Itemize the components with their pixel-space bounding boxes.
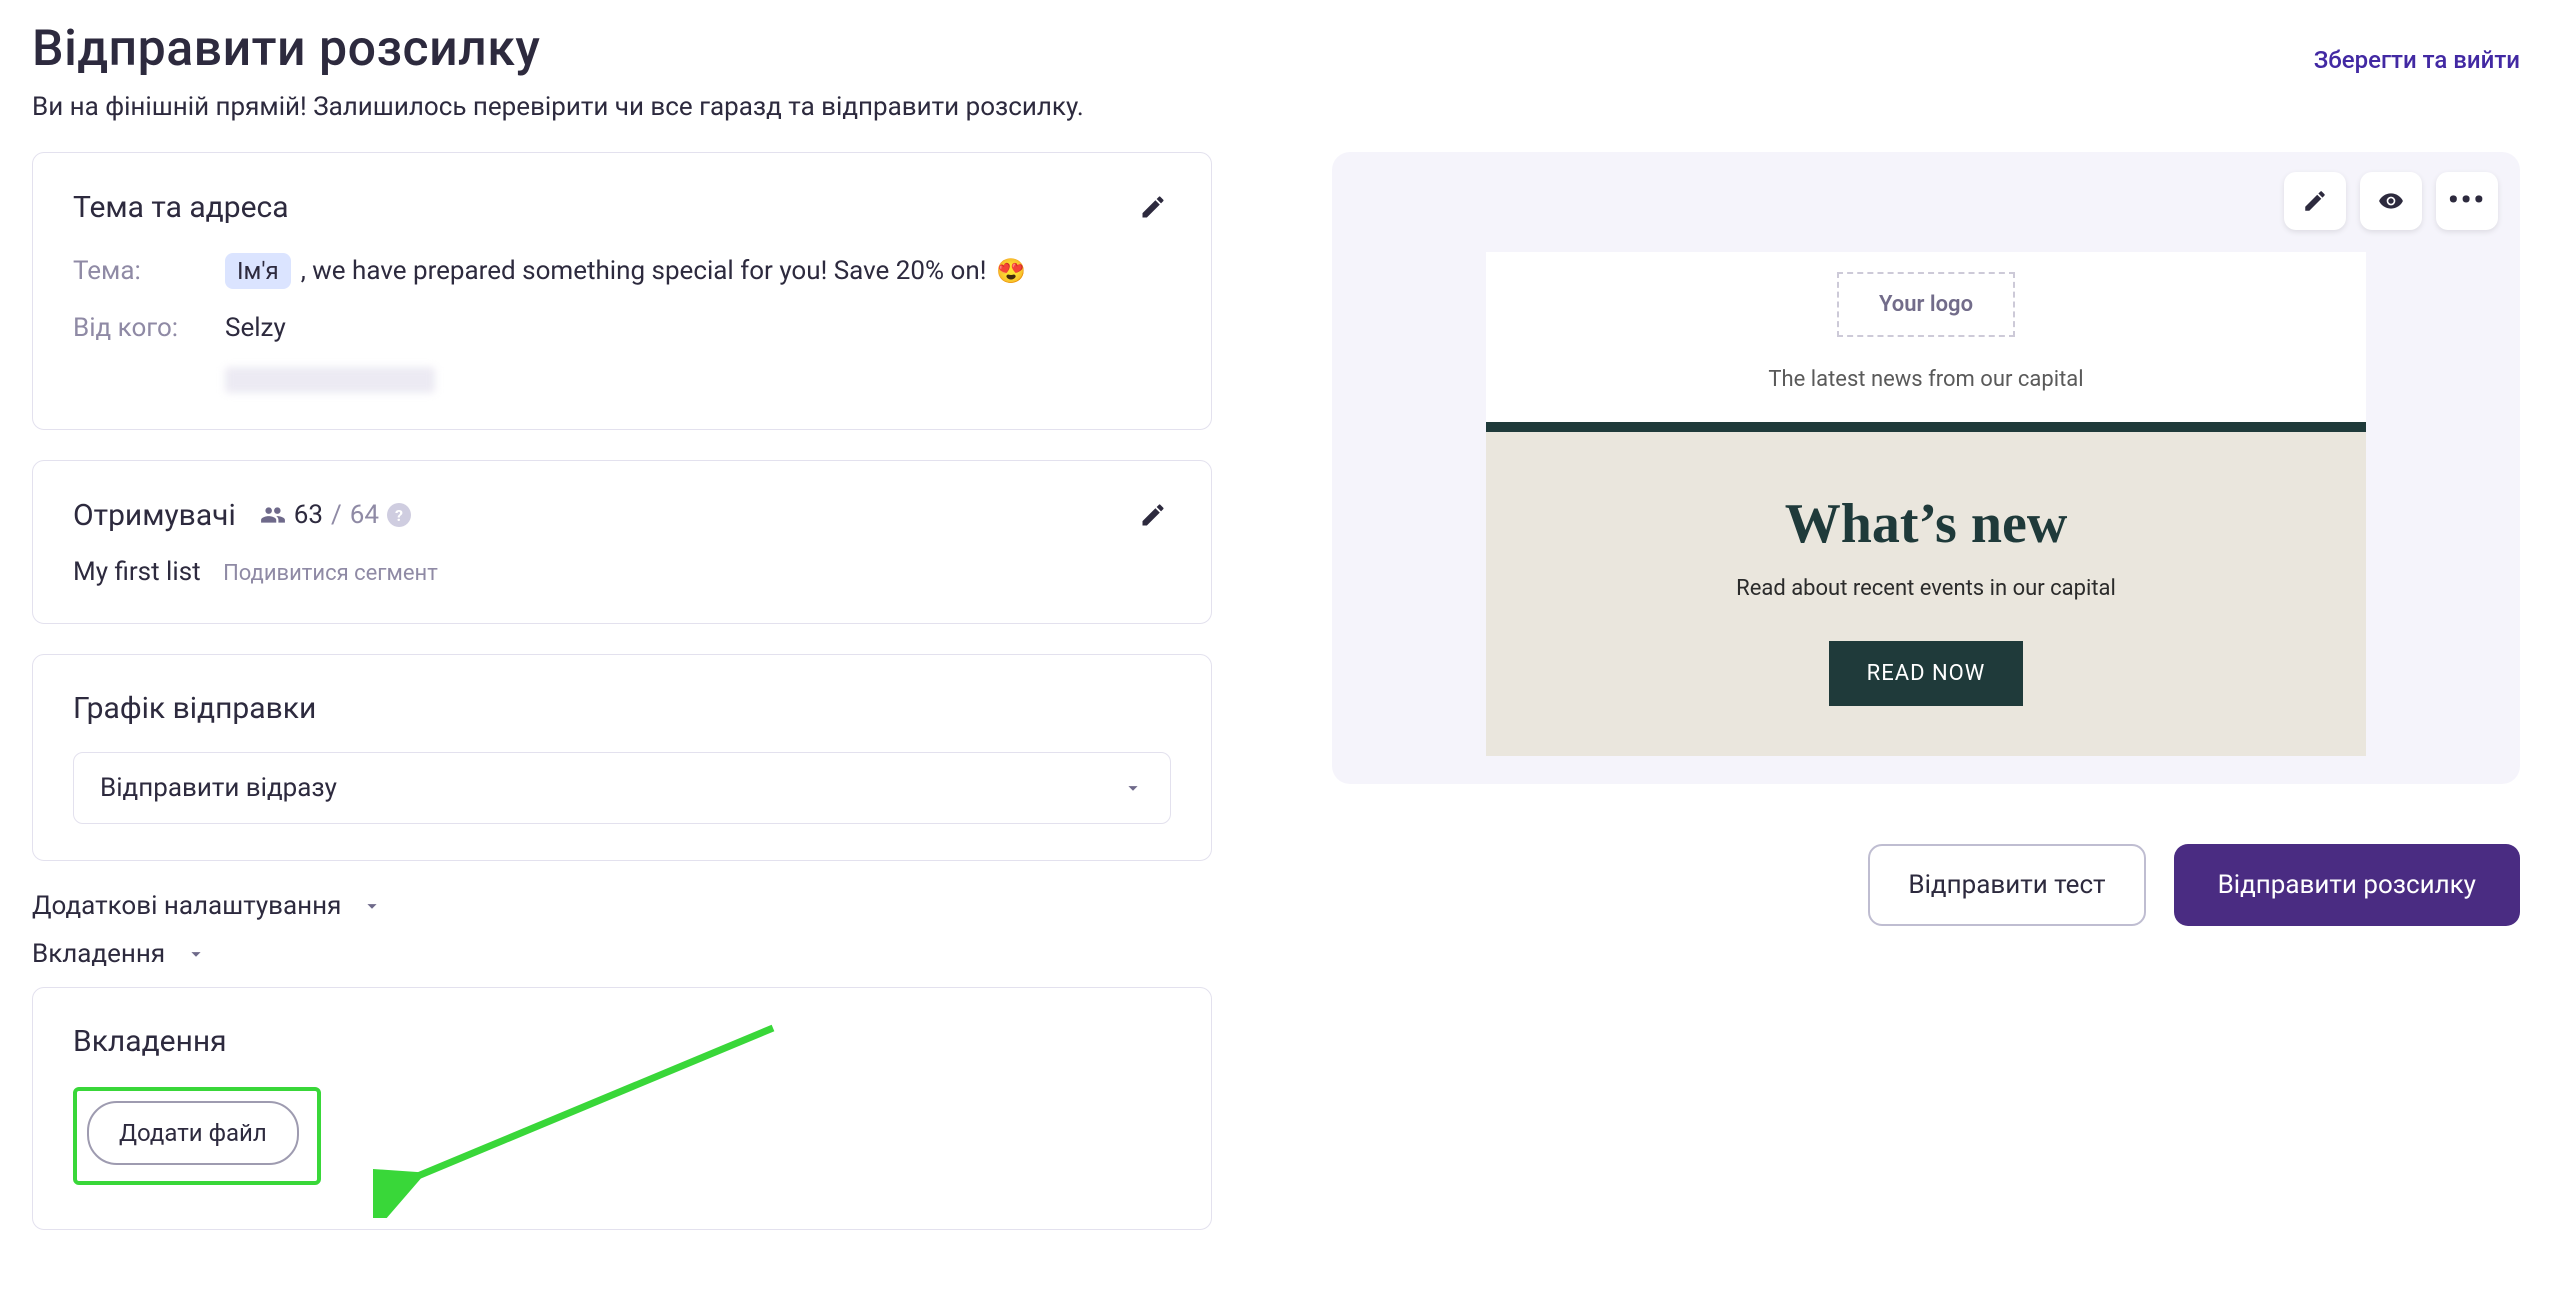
- preview-cta-button[interactable]: READ NOW: [1829, 641, 2024, 706]
- email-preview-panel: ••• Your logo The latest news from our c…: [1332, 152, 2520, 784]
- add-file-highlight: Додати файл: [73, 1087, 321, 1185]
- advanced-settings-label: Додаткові налаштування: [32, 891, 341, 921]
- schedule-selected-value: Відправити відразу: [100, 773, 337, 803]
- from-label: Від кого:: [73, 313, 225, 343]
- chevron-down-icon: [361, 895, 383, 917]
- save-and-exit-link[interactable]: Зберегти та вийти: [2314, 46, 2520, 82]
- attachments-expander-label: Вкладення: [32, 939, 165, 969]
- subject-text: , we have prepared something special for…: [301, 256, 987, 286]
- attachments-card: Вкладення Додати файл: [32, 987, 1212, 1230]
- more-options-button[interactable]: •••: [2436, 172, 2498, 230]
- preview-hero-title: What’s new: [1486, 492, 2366, 556]
- chevron-down-icon: [1122, 777, 1144, 799]
- pencil-icon: [1139, 193, 1167, 221]
- advanced-settings-expander[interactable]: Додаткові налаштування: [32, 891, 1212, 921]
- chevron-down-icon: [185, 943, 207, 965]
- recipients-help-icon[interactable]: ?: [387, 503, 411, 527]
- count-separator: /: [331, 500, 342, 530]
- send-test-button[interactable]: Відправити тест: [1868, 844, 2145, 926]
- page-subtitle: Ви на фінішній прямій! Залишилось переві…: [32, 92, 2520, 122]
- pencil-icon: [1139, 501, 1167, 529]
- preview-hero-subtitle: Read about recent events in our capital: [1486, 576, 2366, 601]
- recipients-card: Отримувачі 63 / 64 ? My first: [32, 460, 1212, 624]
- recipients-active-count: 63: [294, 500, 323, 530]
- send-campaign-button[interactable]: Відправити розсилку: [2174, 844, 2520, 926]
- preview-button[interactable]: [2360, 172, 2422, 230]
- redacted-sender-email: [225, 367, 435, 393]
- edit-template-button[interactable]: [2284, 172, 2346, 230]
- schedule-card: Графік відправки Відправити відразу: [32, 654, 1212, 861]
- preview-hero: What’s new Read about recent events in o…: [1486, 422, 2366, 756]
- view-segment-link[interactable]: Подивитися сегмент: [223, 561, 438, 586]
- subject-label: Тема:: [73, 256, 225, 286]
- pencil-icon: [2302, 188, 2328, 214]
- schedule-select[interactable]: Відправити відразу: [73, 752, 1171, 824]
- recipients-title: Отримувачі: [73, 498, 236, 533]
- from-value: Selzy: [225, 313, 286, 343]
- attachments-card-title: Вкладення: [73, 1024, 1171, 1059]
- page-title: Відправити розсилку: [32, 20, 540, 78]
- logo-placeholder: Your logo: [1837, 272, 2015, 337]
- recipients-list-name: My first list: [73, 557, 201, 587]
- add-file-button[interactable]: Додати файл: [87, 1101, 299, 1165]
- heart-eyes-emoji-icon: 😍: [996, 257, 1026, 285]
- schedule-title: Графік відправки: [73, 691, 1171, 726]
- subject-card: Тема та адреса Тема: Ім'я , we have prep…: [32, 152, 1212, 430]
- email-preview-frame: Your logo The latest news from our capit…: [1486, 252, 2366, 756]
- merge-tag-chip: Ім'я: [225, 253, 291, 289]
- hero-divider: [1486, 422, 2366, 432]
- edit-recipients-button[interactable]: [1135, 497, 1171, 533]
- preview-tagline: The latest news from our capital: [1486, 367, 2366, 392]
- edit-subject-button[interactable]: [1135, 189, 1171, 225]
- subject-card-title: Тема та адреса: [73, 190, 289, 225]
- attachments-expander[interactable]: Вкладення: [32, 939, 1212, 969]
- people-icon: [260, 502, 286, 528]
- eye-icon: [2378, 188, 2404, 214]
- recipients-total-count: 64: [350, 500, 379, 530]
